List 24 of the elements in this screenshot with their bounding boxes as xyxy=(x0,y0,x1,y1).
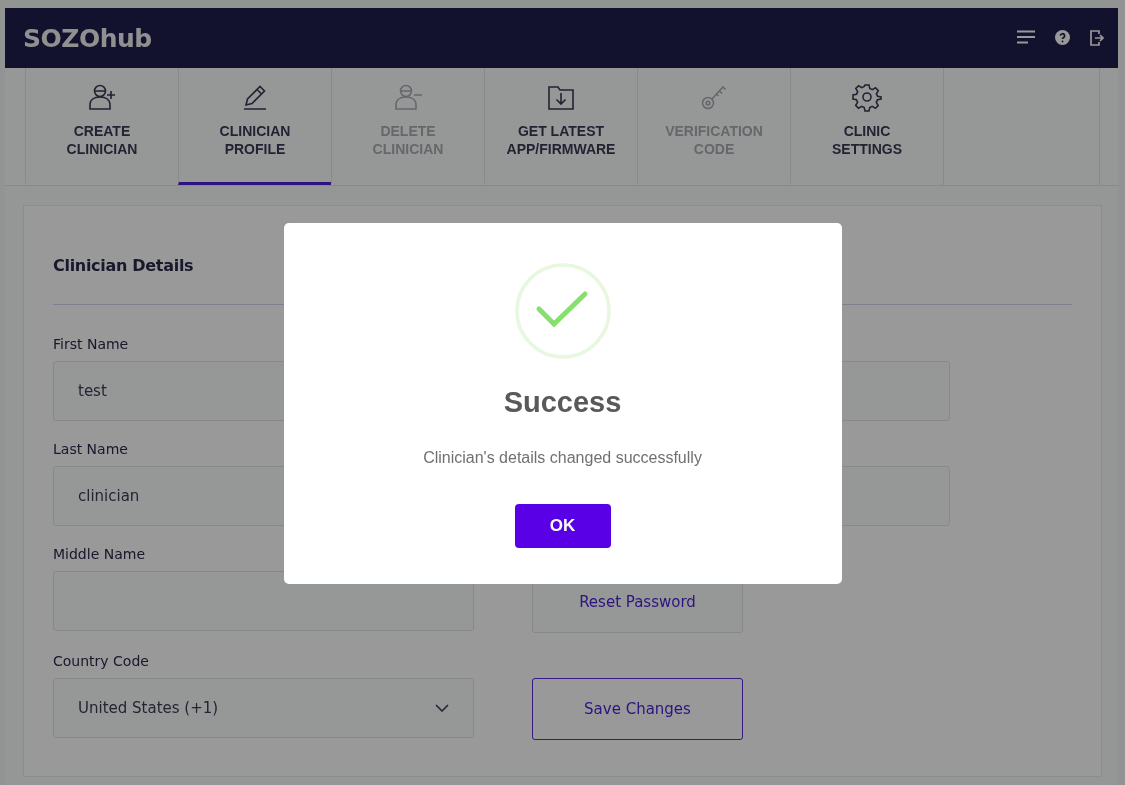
check-circle-icon xyxy=(514,263,611,359)
field-label: Country Code xyxy=(53,652,149,671)
field-label: First Name xyxy=(53,335,129,354)
ok-button[interactable]: OK xyxy=(514,504,611,548)
tab[interactable]: GET LATEST APP/FIRMWARE xyxy=(484,68,637,185)
person-plus-icon xyxy=(87,82,117,112)
app-title: SOZOhub xyxy=(23,23,153,53)
field-label: Middle Name xyxy=(53,545,145,564)
chevron-down-icon xyxy=(435,704,449,712)
section-title: Clinician Details xyxy=(53,255,195,277)
person-minus-icon xyxy=(393,82,423,112)
dialog-message: Clinician's details changed successfully xyxy=(423,449,702,467)
tab[interactable]: CLINICIAN PROFILE xyxy=(178,68,331,185)
tab[interactable]: CREATE CLINICIAN xyxy=(25,68,178,185)
country-select[interactable]: United States (+1) xyxy=(53,678,474,738)
field-label: Last Name xyxy=(53,440,128,459)
input-field[interactable] xyxy=(53,571,474,631)
save-changes-button[interactable]: Save Changes xyxy=(532,678,743,740)
gear-icon xyxy=(852,82,882,112)
dialog-title: Success xyxy=(503,385,622,419)
tab[interactable]: CLINIC SETTINGS xyxy=(790,68,943,185)
logout-icon[interactable] xyxy=(1090,30,1104,46)
help-icon[interactable] xyxy=(1055,30,1070,45)
menu-icon[interactable] xyxy=(1017,30,1035,44)
